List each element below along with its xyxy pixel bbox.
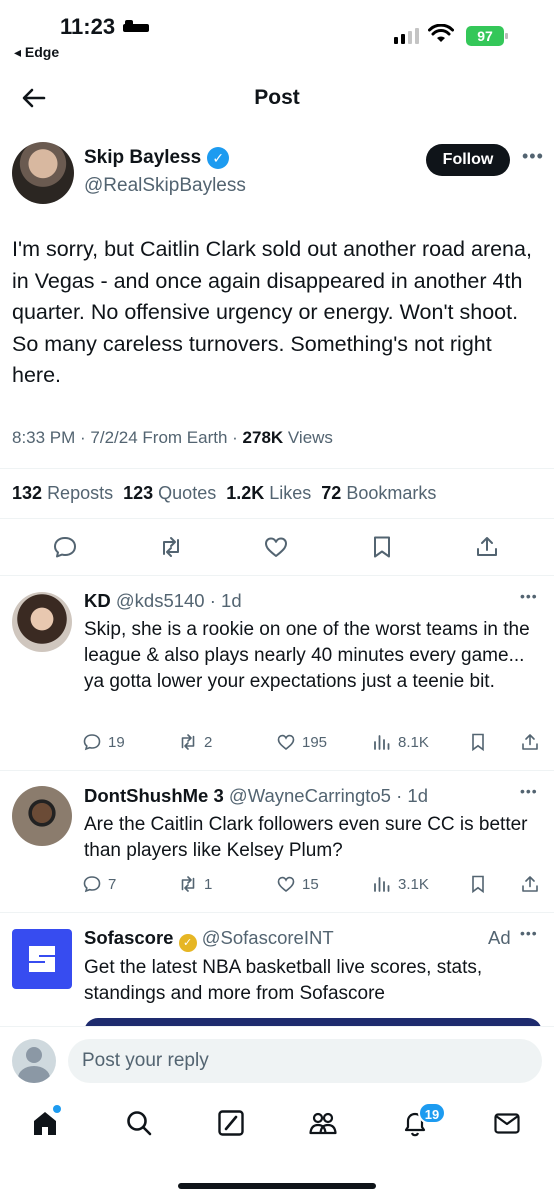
like-icon [277, 876, 295, 893]
author-handle[interactable]: @RealSkipBayless [84, 175, 246, 197]
reply-like-button[interactable]: 15 [276, 874, 319, 894]
stat-bookmarks[interactable]: 72 Bookmarks [321, 483, 436, 504]
search-icon [127, 1111, 152, 1136]
battery-indicator: 97 [466, 26, 508, 46]
reply-repost-button[interactable]: 1 [178, 874, 212, 894]
bookmark-icon[interactable] [468, 732, 488, 752]
reply-avatar[interactable] [12, 786, 72, 846]
nav-search[interactable] [124, 1108, 158, 1142]
repost-icon [181, 876, 195, 892]
mail-icon [494, 1113, 520, 1134]
views-icon [374, 877, 390, 892]
reply-views-button[interactable]: 3.1K [372, 874, 429, 894]
author-name-text: Skip Bayless [84, 147, 202, 168]
divider [0, 468, 554, 469]
reply-actions: 7 1 15 3.1K [82, 874, 542, 898]
user-avatar[interactable] [12, 1039, 56, 1083]
like-icon [277, 734, 295, 751]
back-to-app-link[interactable]: ◂ Edge [14, 44, 59, 61]
reply-more-icon[interactable]: ••• [520, 588, 538, 604]
repost-icon [181, 734, 195, 750]
bookmark-icon[interactable] [369, 534, 395, 560]
reply-text: Are the Caitlin Clark followers even sur… [84, 814, 528, 861]
follow-button[interactable]: Follow [426, 144, 510, 176]
notifications-badge: 19 [418, 1102, 446, 1124]
tweet-meta: 8:33 PM · 7/2/24 From Earth · 278K Views [12, 428, 333, 448]
reply-composer [0, 1026, 554, 1098]
reply-views-button[interactable]: 8.1K [372, 732, 429, 752]
tweet-time-date: 8:33 PM · 7/2/24 From Earth · [12, 428, 243, 447]
ad-handle[interactable]: @SofascoreINT [202, 927, 334, 948]
home-indicator[interactable] [178, 1183, 376, 1189]
share-icon[interactable] [520, 732, 540, 752]
views-count: 278K [242, 428, 284, 447]
nav-home[interactable] [30, 1108, 64, 1142]
status-time-text: 11:23 [60, 14, 116, 39]
ad-more-icon[interactable]: ••• [520, 925, 538, 941]
reply-header: KD @kds5140 · 1d [84, 590, 242, 612]
author-name[interactable]: Skip Bayless ✓ [84, 147, 230, 169]
author-avatar[interactable] [12, 142, 74, 204]
grok-icon [218, 1110, 244, 1136]
reply-handle-time[interactable]: @WayneCarringto5 · 1d [229, 785, 428, 806]
repost-icon[interactable] [158, 534, 184, 560]
status-time: 11:23 [60, 14, 150, 40]
verified-badge-icon: ✓ [207, 147, 230, 169]
status-bar: 11:23 ◂ Edge 97 [0, 0, 554, 70]
reply-handle-time[interactable]: @kds5140 · 1d [116, 590, 242, 611]
reply-repost-button[interactable]: 2 [178, 732, 212, 752]
signal-icon [394, 26, 419, 44]
reply-avatar[interactable] [12, 592, 72, 652]
reply-reply-button[interactable]: 19 [82, 732, 125, 752]
reply-icon [83, 734, 101, 751]
nav-grok[interactable] [216, 1108, 250, 1142]
sofascore-logo[interactable] [12, 929, 72, 989]
reply-icon [83, 876, 101, 893]
stat-quotes[interactable]: 123 Quotes [123, 483, 216, 504]
views-label: Views [283, 428, 333, 447]
share-icon[interactable] [474, 534, 500, 560]
communities-icon [309, 1112, 337, 1135]
reply-like-button[interactable]: 195 [276, 732, 327, 752]
reply-input[interactable] [68, 1039, 542, 1083]
share-icon[interactable] [520, 874, 540, 894]
reply-more-icon[interactable]: ••• [520, 783, 538, 799]
ad-text: Get the latest NBA basketball live score… [84, 957, 483, 1004]
like-icon[interactable] [263, 534, 289, 560]
ad-label: Ad [488, 927, 511, 948]
divider [0, 575, 554, 576]
nav-communities[interactable] [308, 1108, 342, 1142]
reply-text: Skip, she is a rookie on one of the wors… [84, 619, 530, 692]
sleep-mode-icon [123, 20, 150, 34]
verified-gold-badge-icon: ✓ [178, 933, 197, 952]
reply-header: DontShushMe 3 @WayneCarringto5 · 1d [84, 785, 428, 807]
views-icon [374, 735, 390, 750]
reply-reply-button[interactable]: 7 [82, 874, 116, 894]
reply-author-name[interactable]: DontShushMe 3 [84, 785, 224, 806]
ad-author-name[interactable]: Sofascore [84, 927, 173, 948]
tweet-text: I'm sorry, but Caitlin Clark sold out an… [12, 237, 532, 387]
home-unread-dot [53, 1105, 61, 1113]
tweet-stats: 132 Reposts 123 Quotes 1.2K Likes 72 Boo… [12, 483, 436, 504]
divider [0, 770, 554, 771]
ad-header: Sofascore ✓ @SofascoreINT [84, 927, 334, 952]
tweet-actions [52, 534, 500, 560]
divider [0, 912, 554, 913]
stat-reposts[interactable]: 132 Reposts [12, 483, 113, 504]
sofascore-logo-icon [29, 946, 55, 972]
reply-author-name[interactable]: KD [84, 590, 111, 611]
page-title: Post [254, 86, 300, 109]
bookmark-icon[interactable] [468, 874, 488, 894]
more-options-icon[interactable]: ••• [522, 146, 544, 167]
wifi-icon [428, 24, 454, 42]
divider [0, 518, 554, 519]
reply-actions: 19 2 195 8.1K [82, 732, 542, 756]
nav-messages[interactable] [492, 1108, 526, 1142]
stat-likes[interactable]: 1.2K Likes [226, 483, 311, 504]
top-header: Post [0, 74, 554, 122]
reply-icon[interactable] [52, 534, 78, 560]
